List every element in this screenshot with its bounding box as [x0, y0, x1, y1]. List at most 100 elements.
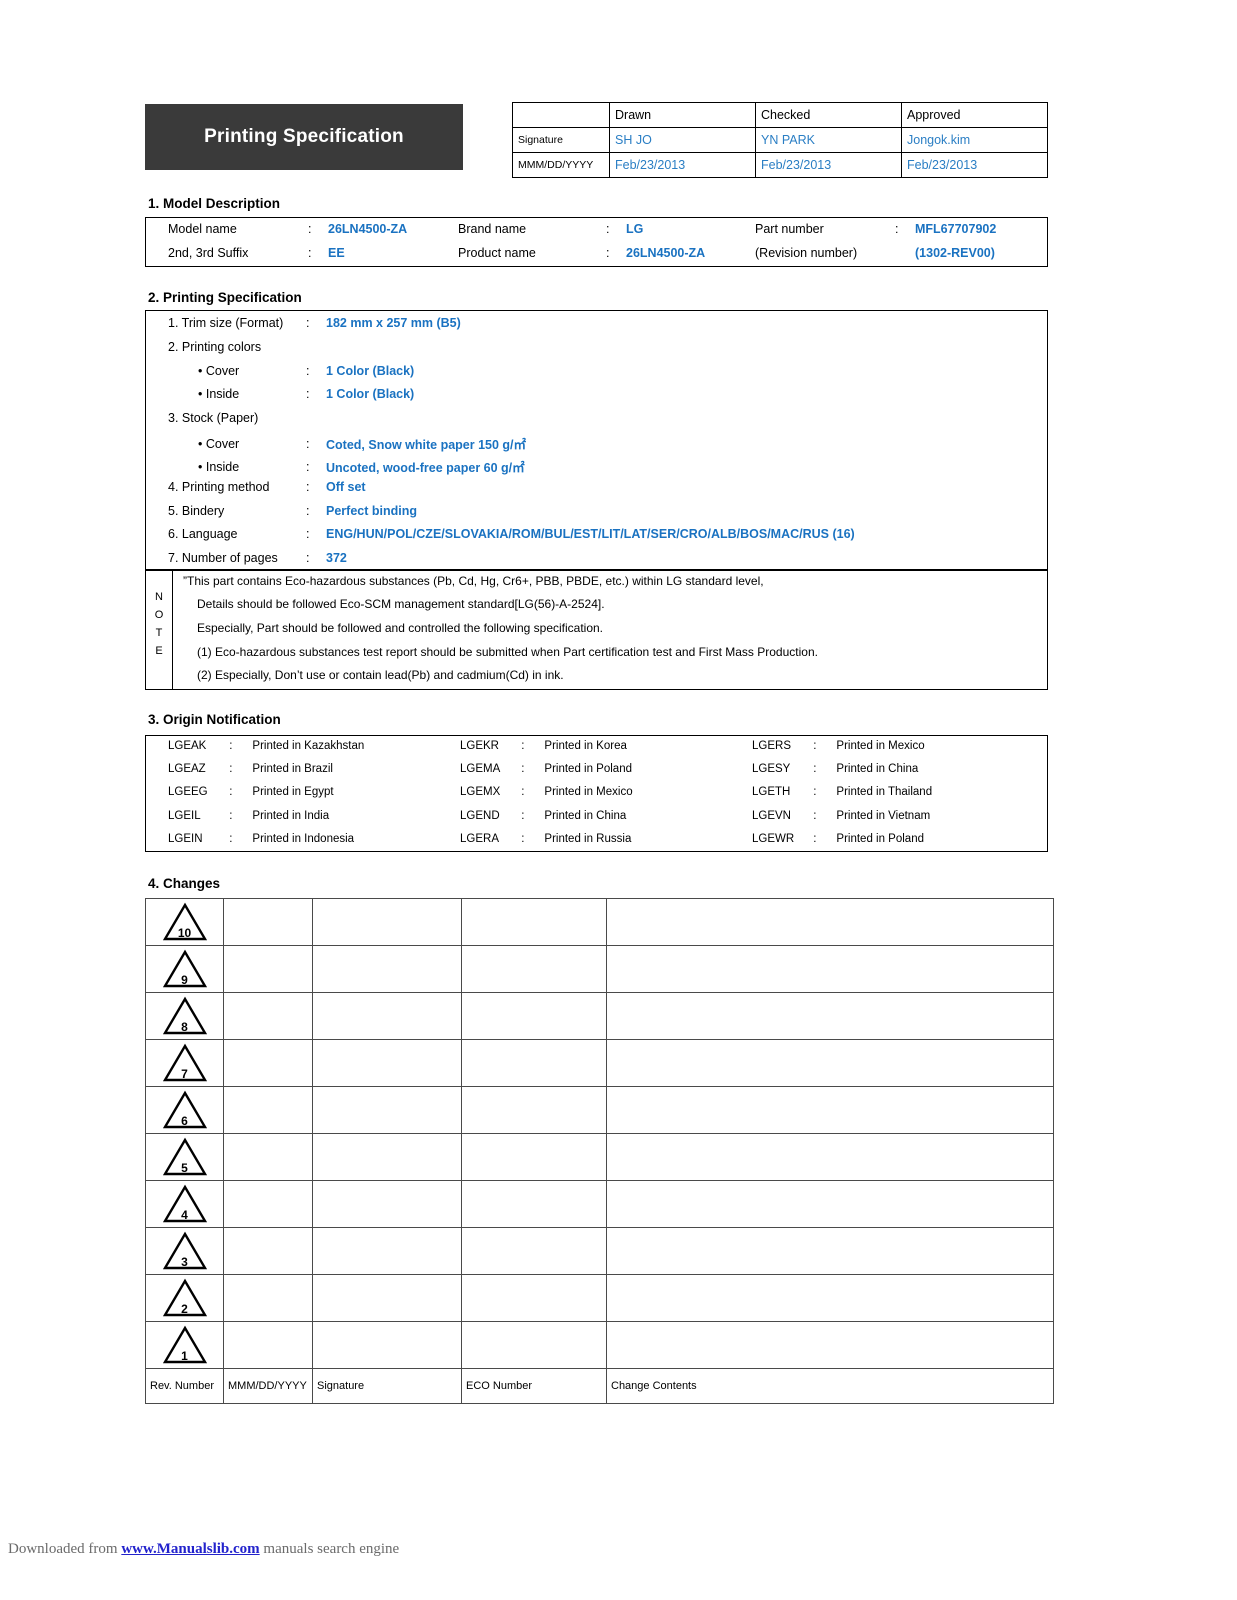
- cell-signature[interactable]: [312, 1180, 462, 1228]
- revision-number: 4: [181, 1208, 188, 1222]
- section-title-origin-notification: 3. Origin Notification: [148, 712, 281, 727]
- table-row[interactable]: 7: [145, 1039, 1054, 1087]
- origin-colon-lgewr: :: [813, 833, 817, 845]
- revision-marker-cell: 10: [145, 898, 224, 946]
- spec-value-stock-cover: Coted, Snow white paper 150 g/㎡: [326, 438, 527, 452]
- field-colon-suffix: :: [308, 246, 312, 260]
- column-header-approved: Approved: [901, 102, 1048, 128]
- cell-contents[interactable]: [606, 898, 1054, 946]
- revision-marker-cell: 4: [145, 1180, 224, 1228]
- cell-contents[interactable]: [606, 1180, 1054, 1228]
- spec-value-colors-cover: 1 Color (Black): [326, 364, 415, 378]
- cell-date[interactable]: [223, 992, 313, 1040]
- table-row[interactable]: 10: [145, 898, 1054, 946]
- cell-signature[interactable]: [312, 1274, 462, 1322]
- revision-number: 3: [181, 1255, 188, 1269]
- origin-colon-lgekr: :: [521, 740, 525, 752]
- warning-triangle-icon: 2: [162, 1278, 208, 1318]
- cell-date[interactable]: [223, 1039, 313, 1087]
- footer-col-change-contents: Change Contents: [606, 1368, 1054, 1404]
- revision-marker-cell: 9: [145, 945, 224, 993]
- table-row[interactable]: 1: [145, 1321, 1054, 1369]
- spec-item-colors-inside: • Inside : 1 Color (Black): [198, 387, 414, 401]
- manualslib-link[interactable]: www.Manualslib.com: [121, 1541, 259, 1557]
- origin-text-lgema: Printed in Poland: [544, 763, 632, 775]
- row-label-signature: Signature: [512, 127, 610, 153]
- spec-colon-language: :: [306, 527, 310, 541]
- revision-marker-cell: 7: [145, 1039, 224, 1087]
- cell-eco[interactable]: [461, 1039, 607, 1087]
- cell-contents[interactable]: [606, 1321, 1054, 1369]
- cell-eco[interactable]: [461, 1180, 607, 1228]
- table-row[interactable]: 5: [145, 1133, 1054, 1181]
- cell-signature[interactable]: [312, 898, 462, 946]
- cell-signature[interactable]: [312, 1321, 462, 1369]
- origin-text-lgewr: Printed in Poland: [836, 833, 924, 845]
- cell-eco[interactable]: [461, 1086, 607, 1134]
- signature-table-header-row: Drawn Checked Approved: [512, 102, 1048, 128]
- cell-date[interactable]: [223, 1180, 313, 1228]
- spec-item-language: 6. Language : ENG/HUN/POL/CZE/SLOVAKIA/R…: [168, 527, 855, 541]
- warning-triangle-icon: 9: [162, 949, 208, 989]
- cell-contents[interactable]: [606, 1086, 1054, 1134]
- cell-signature[interactable]: [312, 1227, 462, 1275]
- cell-date[interactable]: [223, 1274, 313, 1322]
- signature-approval-table: Drawn Checked Approved Signature SH JO Y…: [512, 102, 1048, 178]
- cell-eco[interactable]: [461, 1227, 607, 1275]
- warning-triangle-icon: 8: [162, 996, 208, 1036]
- table-row[interactable]: 8: [145, 992, 1054, 1040]
- note-line-5: (2) Especially, Don’t use or contain lea…: [197, 668, 564, 682]
- cell-eco[interactable]: [461, 1274, 607, 1322]
- spec-colon-bindery: :: [306, 504, 310, 518]
- cell-date[interactable]: [223, 945, 313, 993]
- spec-value-stock-inside: Uncoted, wood-free paper 60 g/㎡: [326, 461, 525, 475]
- spec-key-stock-paper: 3. Stock (Paper): [168, 411, 259, 425]
- origin-code-lgesy: LGESY: [752, 763, 791, 775]
- cell-contents[interactable]: [606, 945, 1054, 993]
- field-value-revision-number: (1302-REV00): [915, 246, 995, 260]
- cell-signature[interactable]: [312, 1133, 462, 1181]
- origin-colon-lgema: :: [521, 763, 525, 775]
- cell-signature[interactable]: [312, 1086, 462, 1134]
- changes-table-body: 10 9 8 7 6 5 4 3 2 1 Rev. Number MMM/DD/…: [145, 898, 1054, 1404]
- cell-contents[interactable]: [606, 1039, 1054, 1087]
- cell-eco[interactable]: [461, 898, 607, 946]
- origin-text-lgemx: Printed in Mexico: [544, 786, 633, 798]
- field-label-suffix: 2nd, 3rd Suffix: [168, 246, 249, 260]
- origin-text-lgers: Printed in Mexico: [836, 740, 925, 752]
- table-row[interactable]: 3: [145, 1227, 1054, 1275]
- note-line-1: ”This part contains Eco-hazardous substa…: [183, 574, 764, 588]
- origin-code-lgekr: LGEKR: [460, 740, 499, 752]
- cell-eco[interactable]: [461, 945, 607, 993]
- table-row[interactable]: 2: [145, 1274, 1054, 1322]
- origin-code-lgers: LGERS: [752, 740, 791, 752]
- cell-eco[interactable]: [461, 1133, 607, 1181]
- cell-date[interactable]: [223, 1133, 313, 1181]
- revision-number: 1: [181, 1349, 188, 1363]
- spec-value-trim-size: 182 mm x 257 mm (B5): [326, 316, 461, 330]
- cell-eco[interactable]: [461, 1321, 607, 1369]
- origin-entry-lgema: LGEMA : Printed in Poland: [460, 763, 632, 775]
- cell-contents[interactable]: [606, 992, 1054, 1040]
- cell-signature[interactable]: [312, 992, 462, 1040]
- cell-date[interactable]: [223, 898, 313, 946]
- note-letter-n: N: [155, 591, 163, 603]
- origin-entry-lgeeg: LGEEG : Printed in Egypt: [168, 786, 334, 798]
- cell-date[interactable]: [223, 1086, 313, 1134]
- cell-contents[interactable]: [606, 1133, 1054, 1181]
- table-row[interactable]: 9: [145, 945, 1054, 993]
- table-row[interactable]: 4: [145, 1180, 1054, 1228]
- cell-date[interactable]: [223, 1321, 313, 1369]
- signature-row: Signature SH JO YN PARK Jongok.kim: [512, 127, 1048, 153]
- cell-signature[interactable]: [312, 1039, 462, 1087]
- cell-contents[interactable]: [606, 1227, 1054, 1275]
- cell-eco[interactable]: [461, 992, 607, 1040]
- revision-marker-cell: 6: [145, 1086, 224, 1134]
- cell-signature[interactable]: [312, 945, 462, 993]
- footer-prefix-text: Downloaded from: [8, 1541, 122, 1557]
- spec-item-printing-method: 4. Printing method : Off set: [168, 480, 366, 494]
- cell-date[interactable]: [223, 1227, 313, 1275]
- cell-contents[interactable]: [606, 1274, 1054, 1322]
- table-row[interactable]: 6: [145, 1086, 1054, 1134]
- origin-code-lgend: LGEND: [460, 810, 500, 822]
